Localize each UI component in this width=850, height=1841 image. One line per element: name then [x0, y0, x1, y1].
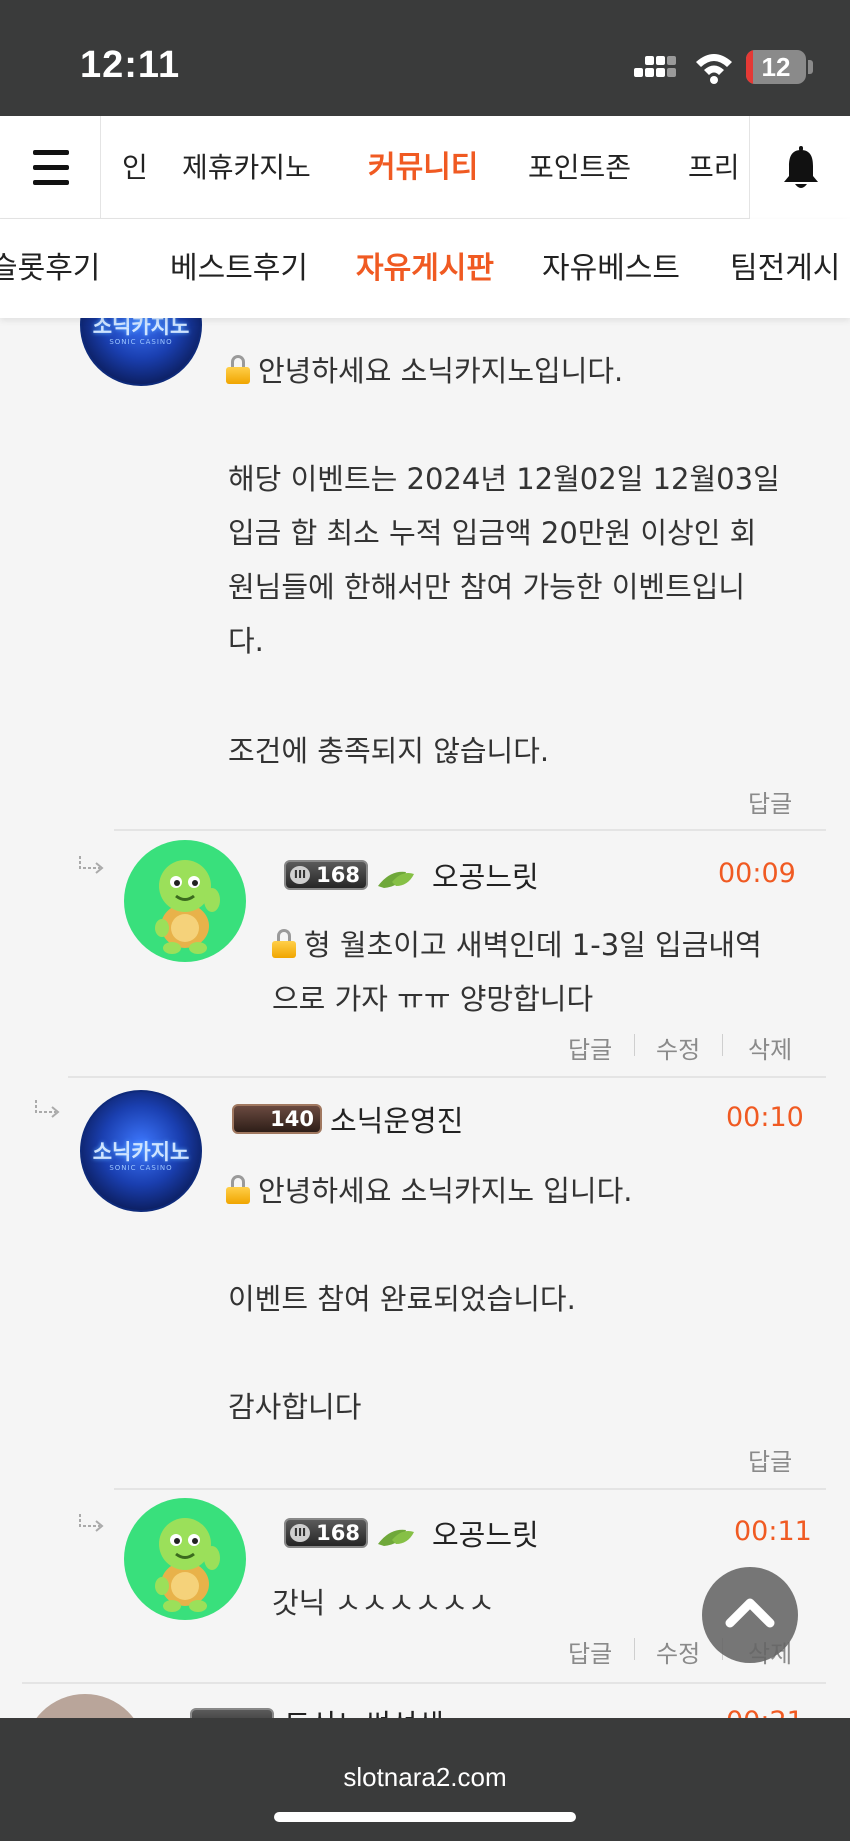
- battery-icon: 12: [746, 50, 806, 84]
- comment-text-line: 다.: [228, 624, 264, 658]
- separator: [722, 1034, 723, 1056]
- avatar[interactable]: [24, 1694, 146, 1718]
- level-badge: III 168: [284, 860, 368, 890]
- divider: [114, 1488, 826, 1490]
- sub-nav-item-team-board[interactable]: 팀전게시: [730, 219, 840, 318]
- sub-nav-item-free-board[interactable]: 자유게시판: [356, 219, 494, 318]
- separator: [634, 1638, 635, 1660]
- hamburger-menu-icon[interactable]: [0, 116, 101, 219]
- reply-arrow-icon: [35, 1100, 60, 1118]
- comment-text-line: 으로 가자 ㅠㅠ 양망합니다: [272, 982, 594, 1016]
- avatar[interactable]: 소닉카지노 SONIC CASINO: [80, 1090, 202, 1212]
- avatar[interactable]: 소닉카지노 SONIC CASINO: [80, 318, 202, 386]
- main-nav-item-partial[interactable]: 인: [122, 116, 148, 219]
- comment-time: 00:21: [726, 1706, 804, 1718]
- main-nav-item-point-zone[interactable]: 포인트존: [528, 116, 631, 219]
- reply-button[interactable]: 답글: [748, 784, 792, 819]
- comment-author[interactable]: 도산노썬선생: [284, 1702, 444, 1718]
- comment-text-line: 갓닉 ㅅㅅㅅㅅㅅㅅ: [272, 1586, 495, 1620]
- divider: [68, 1076, 826, 1078]
- comment-time: 00:11: [734, 1516, 812, 1547]
- comment-text-line: 입금 합 최소 누적 입금액 20만원 이상인 회: [228, 516, 757, 550]
- comment-author[interactable]: 오공느릿: [432, 854, 539, 896]
- home-indicator[interactable]: [274, 1812, 576, 1822]
- comment-text-line: 해당 이벤트는 2024년 12월02일 12월03일: [228, 462, 780, 496]
- chevron-up-icon: [725, 1598, 775, 1628]
- divider: [22, 1682, 826, 1684]
- main-nav-tabs: 인 제휴카지노 커뮤니티 포인트존 프리: [102, 116, 749, 219]
- separator: [634, 1034, 635, 1056]
- reply-arrow-icon: [79, 1514, 104, 1532]
- leaf-icon: [378, 871, 414, 888]
- leaf-icon: [378, 1529, 414, 1546]
- wifi-icon: [696, 54, 732, 84]
- reply-arrow-icon: [79, 856, 104, 874]
- battery-cap: [808, 60, 813, 74]
- comment-text-line: 형 월초이고 새벽인데 1-3일 입금내역: [272, 922, 762, 964]
- cellular-signal-icon: [634, 54, 678, 82]
- level-badge: III 168: [284, 1518, 368, 1548]
- comment-author[interactable]: 소닉운영진: [330, 1098, 463, 1140]
- status-time: 12:11: [80, 44, 181, 86]
- comment-list: 소닉카지노 SONIC CASINO 안녕하세요 소닉카지노입니다. 해당 이벤…: [0, 318, 850, 1718]
- lock-icon: [226, 355, 250, 384]
- delete-button[interactable]: 삭제: [748, 1030, 792, 1065]
- reply-button[interactable]: 답글: [568, 1634, 612, 1669]
- lock-icon: [272, 929, 296, 958]
- browser-url-bar[interactable]: slotnara2.com: [0, 1718, 850, 1841]
- avatar[interactable]: [124, 1498, 246, 1620]
- level-badge: 140: [232, 1104, 322, 1134]
- lock-icon: [226, 1175, 250, 1204]
- main-nav-item-partner-casino[interactable]: 제휴카지노: [182, 116, 311, 219]
- comment-text-line: 원님들에 한해서만 참여 가능한 이벤트입니: [228, 570, 746, 604]
- level-badge: [190, 1708, 274, 1718]
- main-nav: 인 제휴카지노 커뮤니티 포인트존 프리: [0, 116, 850, 219]
- sub-nav: 슬롯후기 베스트후기 자유게시판 자유베스트 팀전게시: [0, 219, 850, 318]
- comment-time: 00:09: [718, 858, 796, 889]
- comment-text-line: 안녕하세요 소닉카지노입니다.: [226, 348, 623, 390]
- reply-button[interactable]: 답글: [568, 1030, 612, 1065]
- comment-time: 00:10: [726, 1102, 804, 1133]
- comment-text-line: 조건에 충족되지 않습니다.: [228, 734, 550, 768]
- status-bar: 12:11 12: [0, 0, 850, 116]
- main-nav-item-community[interactable]: 커뮤니티: [368, 116, 478, 219]
- sub-nav-item-slot-reviews[interactable]: 슬롯후기: [0, 219, 100, 318]
- main-nav-item-partial-right[interactable]: 프리: [688, 116, 740, 219]
- comment-text-line: 이벤트 참여 완료되었습니다.: [228, 1282, 576, 1316]
- comment-text-line: 감사합니다: [228, 1390, 362, 1424]
- sub-nav-item-free-best[interactable]: 자유베스트: [542, 219, 680, 318]
- edit-button[interactable]: 수정: [656, 1030, 700, 1065]
- divider: [114, 829, 826, 831]
- avatar[interactable]: [124, 840, 246, 962]
- notification-bell-icon[interactable]: [749, 116, 850, 219]
- sub-nav-item-best-reviews[interactable]: 베스트후기: [170, 219, 308, 318]
- scroll-to-top-button[interactable]: [702, 1567, 798, 1663]
- url-text[interactable]: slotnara2.com: [0, 1762, 850, 1793]
- battery-level: 12: [761, 52, 791, 82]
- comment-text-line: 안녕하세요 소닉카지노 입니다.: [226, 1168, 633, 1210]
- edit-button[interactable]: 수정: [656, 1634, 700, 1669]
- reply-button[interactable]: 답글: [748, 1442, 792, 1477]
- comment-author[interactable]: 오공느릿: [432, 1512, 539, 1554]
